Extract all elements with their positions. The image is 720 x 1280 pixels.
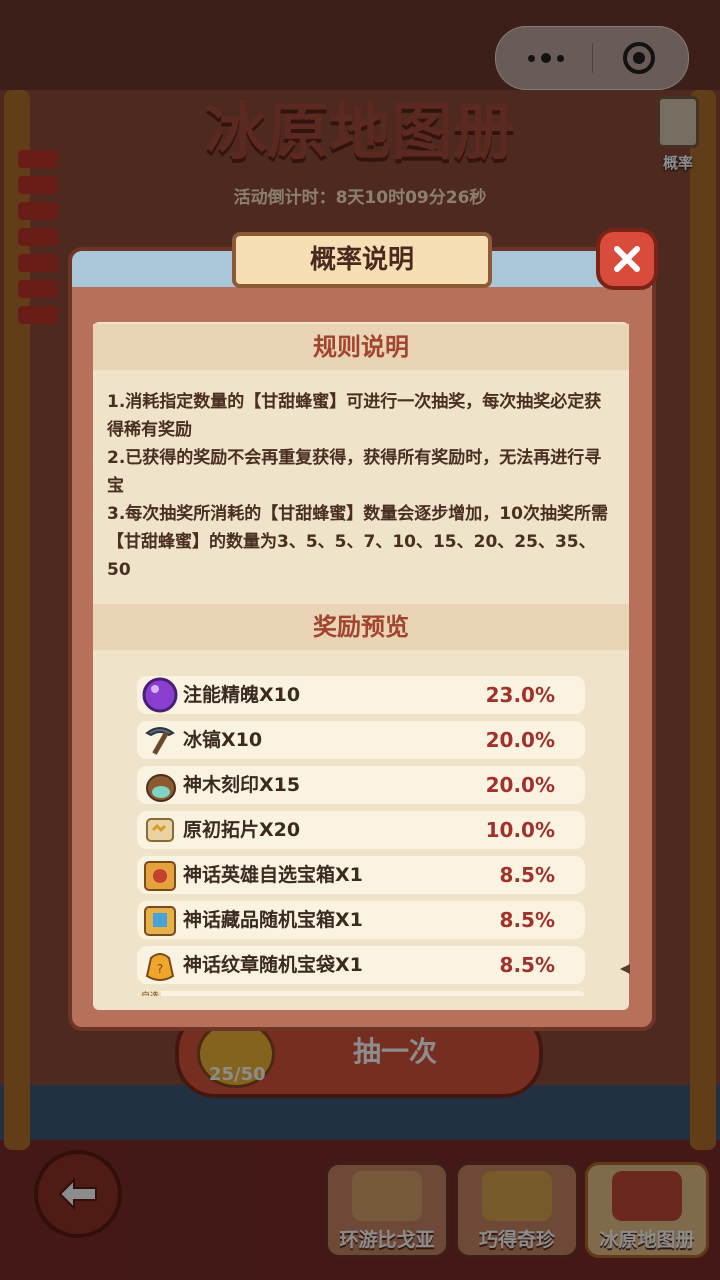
purple-orb-icon [142, 677, 178, 713]
rule-3: 3.每次抽奖所消耗的【甘甜蜂蜜】数量会逐步增加，10次抽奖所需【甘甜蜂蜜】的数量… [107, 504, 608, 580]
reward-probability: 23.0% [485, 683, 555, 707]
reward-row-partial: 自选 [137, 991, 585, 996]
reward-row: 神话英雄自选宝箱X1 8.5% [137, 856, 585, 894]
scroll-indicator [620, 964, 630, 974]
modal-title: 概率说明 [232, 232, 492, 288]
reward-list[interactable]: 注能精魄X10 23.0% 冰镐X10 20.0% 神木刻印X15 20.0% … [137, 676, 587, 996]
svg-text:?: ? [157, 962, 163, 976]
reward-row: 冰镐X10 20.0% [137, 721, 585, 759]
close-icon [614, 246, 640, 272]
reward-row: 原初拓片X20 10.0% [137, 811, 585, 849]
reward-name: 神话藏品随机宝箱X1 [183, 909, 363, 931]
wood-seal-icon [146, 774, 176, 802]
ice-pick-icon [145, 727, 175, 755]
rule-1: 1.消耗指定数量的【甘甜蜂蜜】可进行一次抽奖，每次抽奖必定获得稀有奖励 [107, 392, 602, 440]
reward-probability: 20.0% [485, 728, 555, 752]
reward-name: 原初拓片X20 [183, 819, 301, 841]
reward-name: 冰镐X10 [183, 729, 263, 751]
reward-row: 神木刻印X15 20.0% [137, 766, 585, 804]
rules-heading: 规则说明 [93, 324, 629, 370]
reward-probability: 10.0% [485, 818, 555, 842]
reward-name: 神话纹章随机宝袋X1 [183, 954, 363, 976]
emblem-bag-icon: ? [145, 953, 175, 981]
reward-probability: 8.5% [499, 953, 555, 977]
rewards-heading: 奖励预览 [93, 604, 629, 650]
reward-row: 神话藏品随机宝箱X1 8.5% [137, 901, 585, 939]
reward-row: ? 神话纹章随机宝袋X1 8.5% [137, 946, 585, 984]
reward-name: 神话英雄自选宝箱X1 [183, 864, 363, 886]
partial-row-tag: 自选 [139, 991, 162, 996]
reward-name: 注能精魄X10 [183, 684, 301, 706]
reward-probability: 8.5% [499, 908, 555, 932]
reward-probability: 20.0% [485, 773, 555, 797]
collection-chest-icon [144, 906, 176, 936]
hero-chest-icon [144, 861, 176, 891]
reward-name: 神木刻印X15 [183, 774, 301, 796]
rules-text: 1.消耗指定数量的【甘甜蜂蜜】可进行一次抽奖，每次抽奖必定获得稀有奖励 2.已获… [107, 388, 615, 584]
rule-2: 2.已获得的奖励不会再重复获得，获得所有奖励时，无法再进行寻宝 [107, 448, 602, 496]
scroll-icon [146, 818, 174, 842]
reward-probability: 8.5% [499, 863, 555, 887]
reward-row: 注能精魄X10 23.0% [137, 676, 585, 714]
close-button[interactable] [596, 228, 658, 290]
